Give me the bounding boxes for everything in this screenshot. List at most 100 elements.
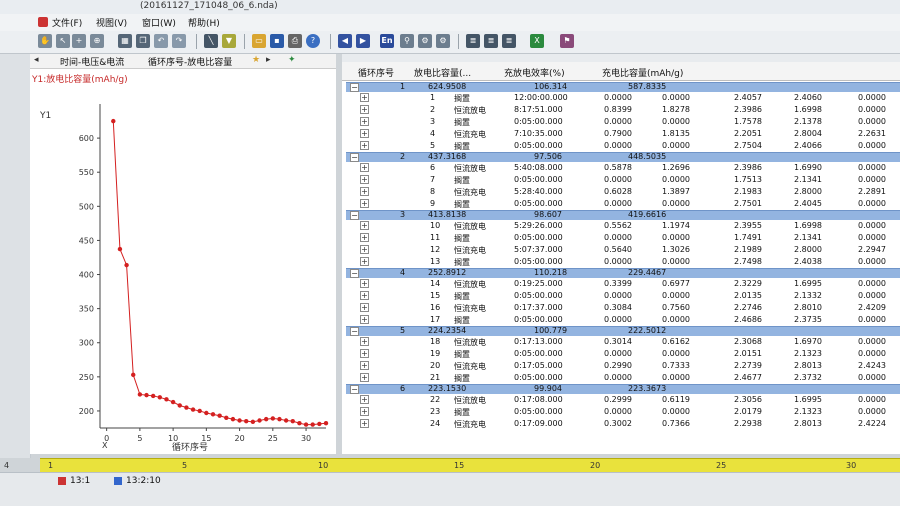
expand-toggle-icon[interactable]: + <box>360 187 369 196</box>
expand-toggle-icon[interactable]: + <box>360 117 369 126</box>
table-row[interactable]: +7 搁置 0:05:00.000 0.0000 0.0000 1.7513 2.1341 0… <box>342 174 900 186</box>
menu-help[interactable]: 帮助(H) <box>188 16 220 29</box>
table-row[interactable]: +16 恒流充电 0:17:37.000 0.3084 0.7560 2.2746 2.80… <box>342 302 900 314</box>
capacity-chart[interactable]: Y1:放电比容量(mAh/g) Y1 X 循环序号 20025030035040… <box>30 68 336 454</box>
collapse-toggle-icon[interactable]: − <box>350 211 359 220</box>
pointer-icon[interactable]: ↖ <box>56 34 70 48</box>
undo-icon[interactable]: ↶ <box>154 34 168 48</box>
expand-toggle-icon[interactable]: + <box>360 279 369 288</box>
expand-toggle-icon[interactable]: + <box>360 361 369 370</box>
tab-cycle-capacity[interactable]: 循环序号-放电比容量 <box>148 55 232 68</box>
col-header-cycle[interactable]: 循环序号 <box>358 66 394 79</box>
cycle-header-row[interactable]: − 5 224.2354 100.779 222.5012 <box>346 326 900 336</box>
expand-toggle-icon[interactable]: + <box>360 199 369 208</box>
tab-arrow-icon[interactable]: ◂ <box>34 55 39 65</box>
star-icon[interactable]: ★ <box>252 55 260 65</box>
open-folder-icon[interactable]: ▭ <box>252 34 266 48</box>
table-row[interactable]: +5 搁置 0:05:00.000 0.0000 0.0000 2.7504 2.4066 0… <box>342 140 900 152</box>
grid-icon[interactable]: ▦ <box>118 34 132 48</box>
list-icon[interactable]: ≣ <box>466 34 480 48</box>
cycle-ruler[interactable]: 4 1 5 10 15 20 25 30 <box>4 458 900 473</box>
expand-toggle-icon[interactable]: + <box>360 141 369 150</box>
expand-toggle-icon[interactable]: + <box>360 291 369 300</box>
table-row[interactable]: +4 恒流充电 7:10:35.000 0.7900 1.8135 2.2051 2.800… <box>342 128 900 140</box>
redo-icon[interactable]: ↷ <box>172 34 186 48</box>
star-icon[interactable]: ✦ <box>288 55 296 65</box>
table-row[interactable]: +2 恒流放电 8:17:51.000 0.8399 1.8278 2.3986 1.699… <box>342 104 900 116</box>
crosshair-icon[interactable]: ⊕ <box>90 34 104 48</box>
expand-toggle-icon[interactable]: + <box>360 419 369 428</box>
expand-toggle-icon[interactable]: + <box>360 373 369 382</box>
table-row[interactable]: +21 搁置 0:05:00.000 0.0000 0.0000 2.4677 2.3732… <box>342 372 900 384</box>
last-page-icon[interactable]: ▶ <box>356 34 370 48</box>
expand-toggle-icon[interactable]: + <box>360 245 369 254</box>
table-row[interactable]: +1 搁置 12:00:00.000 0.0000 0.0000 2.4057 2.4060… <box>342 92 900 104</box>
col-header-discharge-cap[interactable]: 放电比容量(... <box>414 66 471 79</box>
expand-toggle-icon[interactable]: + <box>360 233 369 242</box>
cycle-header-row[interactable]: − 4 252.8912 110.218 229.4467 <box>346 268 900 278</box>
table-row[interactable]: +13 搁置 0:05:00.000 0.0000 0.0000 2.7498 2.4038… <box>342 256 900 268</box>
collapse-toggle-icon[interactable]: − <box>350 269 359 278</box>
expand-toggle-icon[interactable]: + <box>360 303 369 312</box>
col-header-efficiency[interactable]: 充放电效率(%) <box>504 66 565 79</box>
table-row[interactable]: +18 恒流放电 0:17:13.000 0.3014 0.6162 2.3068 1.69… <box>342 336 900 348</box>
menu-view[interactable]: 视图(V) <box>96 16 127 29</box>
expand-toggle-icon[interactable]: + <box>360 93 369 102</box>
language-button[interactable]: En <box>380 34 394 48</box>
hand-icon[interactable]: ✋ <box>38 34 52 48</box>
expand-toggle-icon[interactable]: + <box>360 221 369 230</box>
collapse-toggle-icon[interactable]: − <box>350 385 359 394</box>
print-icon[interactable]: ⎙ <box>288 34 302 48</box>
expand-toggle-icon[interactable]: + <box>360 315 369 324</box>
table-row[interactable]: +14 恒流放电 0:19:25.000 0.3399 0.6977 2.3229 1.69… <box>342 278 900 290</box>
table-row[interactable]: +20 恒流充电 0:17:05.000 0.2990 0.7333 2.2739 2.80… <box>342 360 900 372</box>
zoom-icon[interactable]: + <box>72 34 86 48</box>
pin-icon[interactable]: ⚲ <box>400 34 414 48</box>
expand-toggle-icon[interactable]: + <box>360 257 369 266</box>
table-row[interactable]: +15 搁置 0:05:00.000 0.0000 0.0000 2.0135 2.1332… <box>342 290 900 302</box>
table-row[interactable]: +22 恒流放电 0:17:08.000 0.2999 0.6119 2.3056 1.69… <box>342 394 900 406</box>
table-row[interactable]: +19 搁置 0:05:00.000 0.0000 0.0000 2.0151 2.1323… <box>342 348 900 360</box>
table-row[interactable]: +23 搁置 0:05:00.000 0.0000 0.0000 2.0179 2.1323… <box>342 406 900 418</box>
settings-icon[interactable]: ⚑ <box>560 34 574 48</box>
save-icon[interactable]: ▪ <box>270 34 284 48</box>
expand-toggle-icon[interactable]: + <box>360 349 369 358</box>
expand-toggle-icon[interactable]: + <box>360 175 369 184</box>
cycle-header-row[interactable]: − 3 413.8138 98.607 419.6616 <box>346 210 900 220</box>
tab-time-voltage[interactable]: 时间-电压&电流 <box>60 55 124 68</box>
tab-next-arrow-icon[interactable]: ▸ <box>266 55 271 65</box>
tool-icon[interactable]: ⚙ <box>436 34 450 48</box>
expand-toggle-icon[interactable]: + <box>360 129 369 138</box>
tool-icon[interactable]: ⚙ <box>418 34 432 48</box>
list-icon[interactable]: ≣ <box>484 34 498 48</box>
collapse-toggle-icon[interactable]: − <box>350 327 359 336</box>
list-icon[interactable]: ≣ <box>502 34 516 48</box>
expand-toggle-icon[interactable]: + <box>360 395 369 404</box>
cycle-header-row[interactable]: − 2 437.3168 97.506 448.5035 <box>346 152 900 162</box>
excel-icon[interactable]: X <box>530 34 544 48</box>
first-page-icon[interactable]: ◀ <box>338 34 352 48</box>
cycle-header-row[interactable]: − 6 223.1530 99.904 223.3673 <box>346 384 900 394</box>
copy-icon[interactable]: ❐ <box>136 34 150 48</box>
table-row[interactable]: +17 搁置 0:05:00.000 0.0000 0.0000 2.4686 2.3735… <box>342 314 900 326</box>
help-icon[interactable]: ? <box>306 34 320 48</box>
table-row[interactable]: +11 搁置 0:05:00.000 0.0000 0.0000 1.7491 2.1341… <box>342 232 900 244</box>
table-row[interactable]: +9 搁置 0:05:00.000 0.0000 0.0000 2.7501 2.4045 0… <box>342 198 900 210</box>
table-row[interactable]: +6 恒流放电 5:40:08.000 0.5878 1.2696 2.3986 1.699… <box>342 162 900 174</box>
col-header-charge-cap[interactable]: 充电比容量(mAh/g) <box>602 66 683 79</box>
table-row[interactable]: +12 恒流充电 5:07:37.000 0.5640 1.3026 2.1989 2.80… <box>342 244 900 256</box>
expand-toggle-icon[interactable]: + <box>360 407 369 416</box>
expand-toggle-icon[interactable]: + <box>360 105 369 114</box>
collapse-toggle-icon[interactable]: − <box>350 153 359 162</box>
table-row[interactable]: +10 恒流放电 5:29:26.000 0.5562 1.1974 2.3955 1.69… <box>342 220 900 232</box>
table-row[interactable]: +3 搁置 0:05:00.000 0.0000 0.0000 1.7578 2.1378 0… <box>342 116 900 128</box>
cycle-header-row[interactable]: − 1 624.9508 106.314 587.8335 <box>346 82 900 92</box>
line-tool-icon[interactable]: ╲ <box>204 34 218 48</box>
expand-toggle-icon[interactable]: + <box>360 163 369 172</box>
collapse-toggle-icon[interactable]: − <box>350 83 359 92</box>
table-row[interactable]: +24 恒流充电 0:17:09.000 0.3002 0.7366 2.2938 2.80… <box>342 418 900 430</box>
expand-toggle-icon[interactable]: + <box>360 337 369 346</box>
menu-file[interactable]: 文件(F) <box>52 16 82 29</box>
table-row[interactable]: +8 恒流充电 5:28:40.000 0.6028 1.3897 2.1983 2.800… <box>342 186 900 198</box>
filter-icon[interactable]: ▼ <box>222 34 236 48</box>
